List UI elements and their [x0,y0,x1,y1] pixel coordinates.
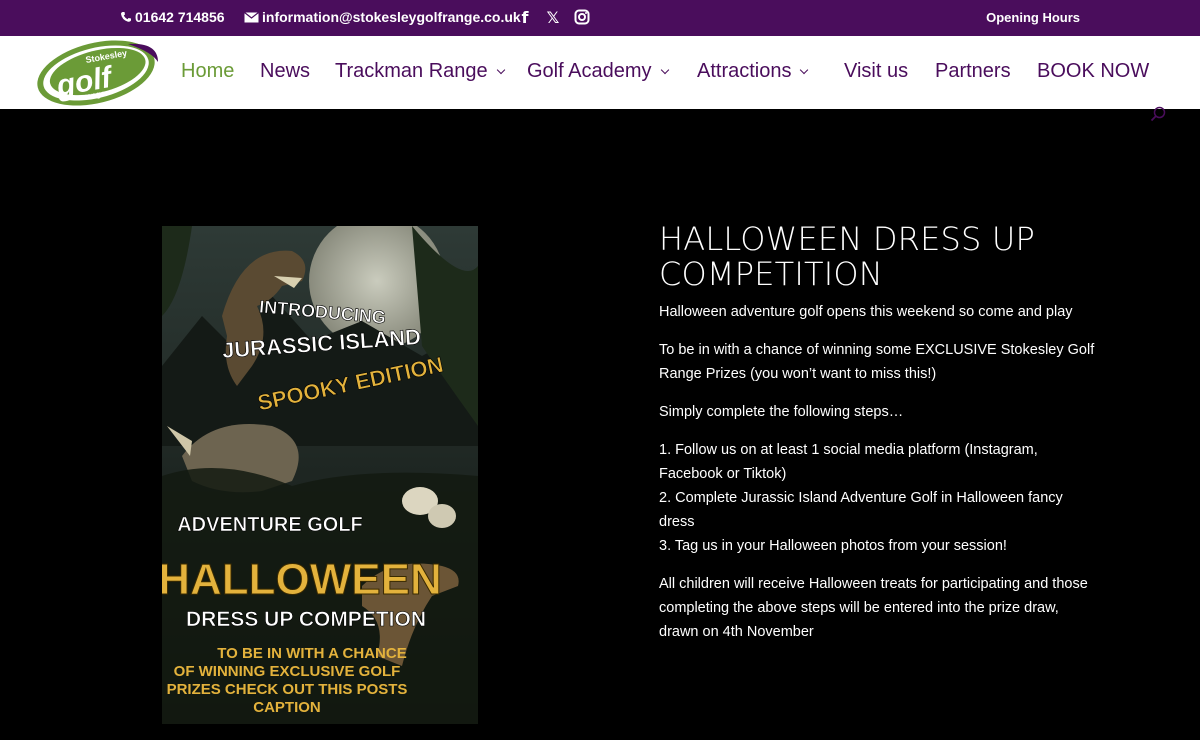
email-link[interactable]: information@stokesleygolfrange.co.uk [244,9,521,25]
nav-attractions[interactable]: Attractions [697,60,809,83]
nav-home[interactable]: Home [181,60,234,83]
nav-partners[interactable]: Partners [935,60,1011,83]
nav-attractions-label: Attractions [697,60,792,82]
article-title-line-1: HALLOWEEN DRESS UP [659,220,1036,258]
article-title-line-2: COMPETITION [659,255,883,293]
nav-news[interactable]: News [260,60,310,83]
envelope-icon [244,11,259,22]
email-address: information@stokesleygolfrange.co.uk [262,9,521,25]
nav-book-now[interactable]: BOOK NOW [1037,60,1149,83]
poster-text-7: TO BE IN WITH A CHANCE [217,645,406,662]
article-paragraph-3: Simply complete the following steps… [659,404,904,420]
step-item-2: 2. Complete Jurassic Island Adventure Go… [659,490,1063,530]
x-icon[interactable]: 𝕏 [544,8,562,27]
stokesley-golf-range-logo[interactable]: Stokesley golf range [32,38,160,106]
article-title: HALLOWEEN DRESS UP COMPETITION [659,222,1089,292]
step-item-1: 1. Follow us on at least 1 social media … [659,442,1038,482]
instagram-icon[interactable] [573,8,591,26]
poster-text-9: PRIZES CHECK OUT THIS POSTS [167,681,408,698]
poster-text-4: ADVENTURE GOLF [177,514,363,536]
search-icon[interactable] [1150,106,1166,122]
nav-home-label: Home [181,60,235,82]
phone-icon [121,12,131,22]
steps-list: 1. Follow us on at least 1 social media … [659,438,1099,558]
nav-visit-us-label: Visit us [844,60,909,82]
article-paragraph-1: Halloween adventure golf opens this week… [659,304,1073,320]
poster-text-6: DRESS UP COMPETION [186,608,426,631]
chevron-down-icon [660,65,669,74]
nav-visit-us[interactable]: Visit us [844,60,908,83]
facebook-icon[interactable]: f [516,8,534,27]
nav-news-label: News [260,60,311,82]
halloween-poster-image: INTRODUCING JURASSIC ISLAND SPOOKY EDITI… [162,226,478,724]
nav-trackman-range[interactable]: Trackman Range [335,60,505,83]
phone-number: 01642 714856 [135,9,225,25]
nav-book-now-label: BOOK NOW [1037,60,1150,82]
nav-trackman-label: Trackman Range [335,60,488,82]
top-bar: 01642 714856 information@stokesleygolfra… [0,0,1200,36]
site-header: Stokesley golf range Home News Trackman … [0,36,1200,109]
chevron-down-icon [800,65,809,74]
poster-text-8: OF WINNING EXCLUSIVE GOLF [174,663,401,680]
nav-golf-academy-label: Golf Academy [527,60,652,82]
article-paragraph-2: To be in with a chance of winning some E… [659,342,1095,382]
article-paragraph-4: All children will receive Halloween trea… [659,576,1088,640]
phone-link[interactable]: 01642 714856 [120,9,225,25]
article-body: Halloween adventure golf opens this week… [659,300,1099,658]
poster-text-5: HALLOWEEN [162,555,442,604]
nav-partners-label: Partners [935,60,1011,82]
nav-golf-academy[interactable]: Golf Academy [527,60,669,83]
poster-text-10: CAPTION [253,699,321,716]
step-item-3: 3. Tag us in your Halloween photos from … [659,538,1007,554]
opening-hours-link[interactable]: Opening Hours [986,10,1080,25]
chevron-down-icon [496,65,505,74]
